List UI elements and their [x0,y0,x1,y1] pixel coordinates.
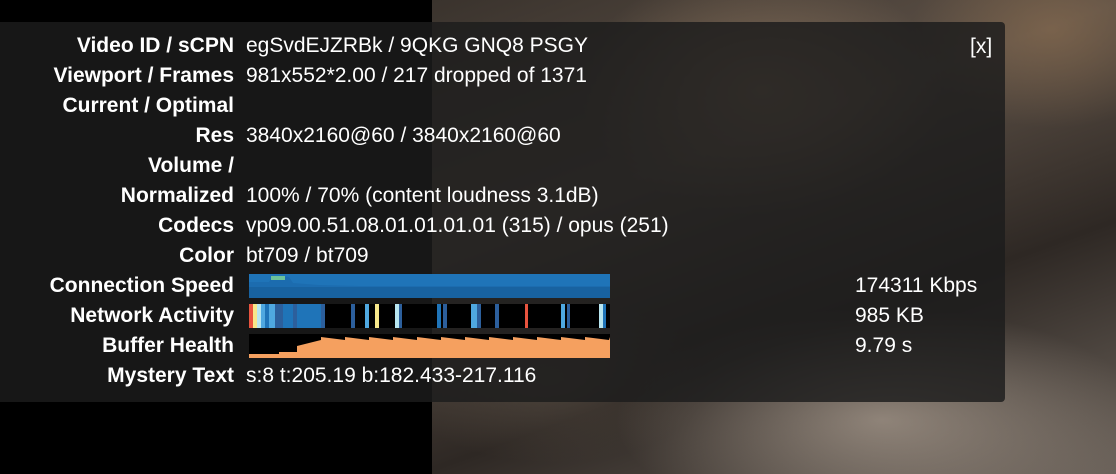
buffer-health-graph [249,334,610,358]
res-label: Res [195,124,234,147]
network-burst [603,304,606,328]
viewport-value: 981x552*2.00 / 217 dropped of 1371 [246,64,587,87]
network-burst [477,304,481,328]
network-burst [253,304,257,328]
buffer-health-readout: 9.79 s [855,334,913,357]
network-burst [399,304,402,328]
network-burst [283,304,293,328]
res-value: 3840x2160@60 / 3840x2160@60 [246,124,561,147]
network-burst [293,304,297,328]
connection-speed-readout: 174311 Kbps [855,274,978,297]
network-activity-graph [249,304,610,328]
row-current-optimal: Current / Optimal [0,93,1005,119]
buffer-health-sparkline [249,337,610,358]
row-connection-speed: Connection Speed 174311 Kbps [0,273,1005,299]
row-volume: Volume / [0,153,1005,179]
network-burst [249,304,253,328]
normalized-label: Normalized [120,184,234,207]
current-optimal-label: Current / Optimal [62,94,234,117]
normalized-value: 100% / 70% (content loudness 3.1dB) [246,184,599,207]
color-label: Color [179,244,234,267]
video-id-label: Video ID / sCPN [76,34,234,57]
network-burst [561,304,565,328]
viewport-label: Viewport / Frames [53,64,234,87]
network-burst [567,304,570,328]
connection-speed-graph [249,274,610,298]
connection-speed-sparkline [249,274,610,298]
row-network-activity: Network Activity 985 KB [0,303,1005,329]
network-burst [525,304,528,328]
volume-label: Volume / [148,154,234,177]
network-burst [375,304,379,328]
row-buffer-health: Buffer Health 9.79 s [0,333,1005,359]
row-res: Res 3840x2160@60 / 3840x2160@60 [0,123,1005,149]
buffer-health-label: Buffer Health [102,334,234,357]
row-color: Color bt709 / bt709 [0,243,1005,269]
network-burst [297,304,321,328]
network-burst [261,304,265,328]
network-burst [495,304,499,328]
stats-for-nerds-panel: [x] Video ID / sCPN egSvdEJZRBk / 9QKG G… [0,22,1005,402]
mystery-text-label: Mystery Text [107,364,234,387]
network-burst [395,304,399,328]
row-normalized: Normalized 100% / 70% (content loudness … [0,183,1005,209]
connection-peak [271,276,285,280]
color-value: bt709 / bt709 [246,244,369,267]
row-codecs: Codecs vp09.00.51.08.01.01.01.01 (315) /… [0,213,1005,239]
network-burst [365,304,369,328]
codecs-label: Codecs [158,214,234,237]
network-burst [269,304,275,328]
network-activity-sparkline [249,304,606,328]
network-burst [599,304,603,328]
network-burst [265,304,269,328]
buffer-area [249,337,610,358]
row-video-id: Video ID / sCPN egSvdEJZRBk / 9QKG GNQ8 … [0,33,1005,59]
network-activity-readout: 985 KB [855,304,924,327]
row-mystery-text: Mystery Text s:8 t:205.19 b:182.433-217.… [0,363,1005,389]
codecs-value: vp09.00.51.08.01.01.01.01 (315) / opus (… [246,214,669,237]
video-id-value: egSvdEJZRBk / 9QKG GNQ8 PSGY [246,34,588,57]
network-burst [321,304,325,328]
network-activity-label: Network Activity [70,304,234,327]
connection-speed-label: Connection Speed [49,274,234,297]
network-burst [257,304,261,328]
network-burst [351,304,355,328]
mystery-text-value: s:8 t:205.19 b:182.433-217.116 [246,364,537,387]
network-burst [275,304,283,328]
row-viewport-frames: Viewport / Frames 981x552*2.00 / 217 dro… [0,63,1005,89]
network-burst [443,304,447,328]
network-burst [471,304,477,328]
network-burst [437,304,441,328]
